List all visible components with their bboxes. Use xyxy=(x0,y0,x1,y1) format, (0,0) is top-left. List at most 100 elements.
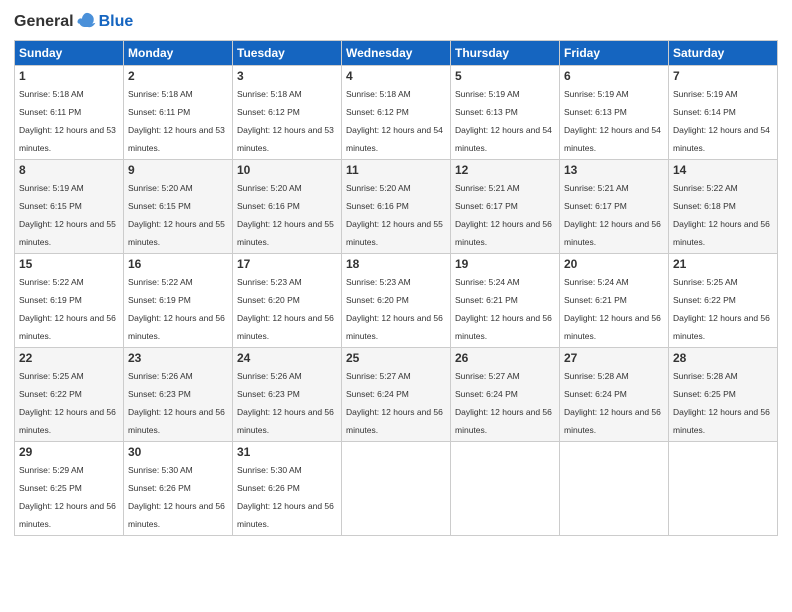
calendar-cell: 15 Sunrise: 5:22 AMSunset: 6:19 PMDaylig… xyxy=(15,254,124,348)
day-number: 29 xyxy=(19,445,119,459)
day-info: Sunrise: 5:22 AMSunset: 6:18 PMDaylight:… xyxy=(673,183,770,247)
day-info: Sunrise: 5:18 AMSunset: 6:11 PMDaylight:… xyxy=(128,89,225,153)
day-info: Sunrise: 5:19 AMSunset: 6:13 PMDaylight:… xyxy=(455,89,552,153)
calendar-week-4: 22 Sunrise: 5:25 AMSunset: 6:22 PMDaylig… xyxy=(15,348,778,442)
calendar-cell: 17 Sunrise: 5:23 AMSunset: 6:20 PMDaylig… xyxy=(233,254,342,348)
day-number: 9 xyxy=(128,163,228,177)
day-number: 12 xyxy=(455,163,555,177)
day-number: 14 xyxy=(673,163,773,177)
day-info: Sunrise: 5:26 AMSunset: 6:23 PMDaylight:… xyxy=(128,371,225,435)
calendar-cell: 14 Sunrise: 5:22 AMSunset: 6:18 PMDaylig… xyxy=(669,160,778,254)
calendar-cell: 6 Sunrise: 5:19 AMSunset: 6:13 PMDayligh… xyxy=(560,66,669,160)
day-info: Sunrise: 5:24 AMSunset: 6:21 PMDaylight:… xyxy=(455,277,552,341)
calendar-cell: 25 Sunrise: 5:27 AMSunset: 6:24 PMDaylig… xyxy=(342,348,451,442)
day-info: Sunrise: 5:23 AMSunset: 6:20 PMDaylight:… xyxy=(346,277,443,341)
day-number: 18 xyxy=(346,257,446,271)
header: General Blue xyxy=(14,12,778,32)
calendar-cell: 21 Sunrise: 5:25 AMSunset: 6:22 PMDaylig… xyxy=(669,254,778,348)
calendar-cell: 30 Sunrise: 5:30 AMSunset: 6:26 PMDaylig… xyxy=(124,442,233,536)
day-number: 26 xyxy=(455,351,555,365)
page: General Blue SundayMondayTuesdayWednesda… xyxy=(0,0,792,612)
calendar-week-5: 29 Sunrise: 5:29 AMSunset: 6:25 PMDaylig… xyxy=(15,442,778,536)
day-info: Sunrise: 5:23 AMSunset: 6:20 PMDaylight:… xyxy=(237,277,334,341)
calendar-cell: 19 Sunrise: 5:24 AMSunset: 6:21 PMDaylig… xyxy=(451,254,560,348)
day-number: 24 xyxy=(237,351,337,365)
day-info: Sunrise: 5:28 AMSunset: 6:24 PMDaylight:… xyxy=(564,371,661,435)
calendar-cell: 16 Sunrise: 5:22 AMSunset: 6:19 PMDaylig… xyxy=(124,254,233,348)
logo-bird-icon xyxy=(76,12,98,32)
col-header-friday: Friday xyxy=(560,41,669,66)
day-number: 22 xyxy=(19,351,119,365)
day-number: 8 xyxy=(19,163,119,177)
calendar-cell: 1 Sunrise: 5:18 AMSunset: 6:11 PMDayligh… xyxy=(15,66,124,160)
day-number: 15 xyxy=(19,257,119,271)
day-info: Sunrise: 5:30 AMSunset: 6:26 PMDaylight:… xyxy=(237,465,334,529)
logo: General Blue xyxy=(14,12,133,32)
calendar-cell: 11 Sunrise: 5:20 AMSunset: 6:16 PMDaylig… xyxy=(342,160,451,254)
day-number: 17 xyxy=(237,257,337,271)
day-number: 10 xyxy=(237,163,337,177)
calendar-week-3: 15 Sunrise: 5:22 AMSunset: 6:19 PMDaylig… xyxy=(15,254,778,348)
logo-area: General Blue xyxy=(14,12,133,32)
day-number: 31 xyxy=(237,445,337,459)
day-number: 20 xyxy=(564,257,664,271)
calendar-cell: 22 Sunrise: 5:25 AMSunset: 6:22 PMDaylig… xyxy=(15,348,124,442)
calendar-week-2: 8 Sunrise: 5:19 AMSunset: 6:15 PMDayligh… xyxy=(15,160,778,254)
day-number: 21 xyxy=(673,257,773,271)
day-number: 19 xyxy=(455,257,555,271)
calendar-cell: 29 Sunrise: 5:29 AMSunset: 6:25 PMDaylig… xyxy=(15,442,124,536)
calendar-cell: 5 Sunrise: 5:19 AMSunset: 6:13 PMDayligh… xyxy=(451,66,560,160)
day-info: Sunrise: 5:20 AMSunset: 6:15 PMDaylight:… xyxy=(128,183,225,247)
calendar-cell: 8 Sunrise: 5:19 AMSunset: 6:15 PMDayligh… xyxy=(15,160,124,254)
day-info: Sunrise: 5:27 AMSunset: 6:24 PMDaylight:… xyxy=(455,371,552,435)
day-info: Sunrise: 5:19 AMSunset: 6:15 PMDaylight:… xyxy=(19,183,116,247)
calendar-week-1: 1 Sunrise: 5:18 AMSunset: 6:11 PMDayligh… xyxy=(15,66,778,160)
calendar-cell: 31 Sunrise: 5:30 AMSunset: 6:26 PMDaylig… xyxy=(233,442,342,536)
calendar-cell: 24 Sunrise: 5:26 AMSunset: 6:23 PMDaylig… xyxy=(233,348,342,442)
day-number: 2 xyxy=(128,69,228,83)
col-header-thursday: Thursday xyxy=(451,41,560,66)
day-number: 13 xyxy=(564,163,664,177)
day-info: Sunrise: 5:20 AMSunset: 6:16 PMDaylight:… xyxy=(237,183,334,247)
day-info: Sunrise: 5:28 AMSunset: 6:25 PMDaylight:… xyxy=(673,371,770,435)
calendar-cell xyxy=(451,442,560,536)
calendar-cell: 18 Sunrise: 5:23 AMSunset: 6:20 PMDaylig… xyxy=(342,254,451,348)
day-info: Sunrise: 5:29 AMSunset: 6:25 PMDaylight:… xyxy=(19,465,116,529)
calendar-table: SundayMondayTuesdayWednesdayThursdayFrid… xyxy=(14,40,778,536)
calendar-header-row: SundayMondayTuesdayWednesdayThursdayFrid… xyxy=(15,41,778,66)
day-info: Sunrise: 5:24 AMSunset: 6:21 PMDaylight:… xyxy=(564,277,661,341)
calendar-cell xyxy=(669,442,778,536)
calendar-cell: 26 Sunrise: 5:27 AMSunset: 6:24 PMDaylig… xyxy=(451,348,560,442)
col-header-sunday: Sunday xyxy=(15,41,124,66)
calendar-cell: 9 Sunrise: 5:20 AMSunset: 6:15 PMDayligh… xyxy=(124,160,233,254)
col-header-saturday: Saturday xyxy=(669,41,778,66)
day-number: 1 xyxy=(19,69,119,83)
calendar-cell: 7 Sunrise: 5:19 AMSunset: 6:14 PMDayligh… xyxy=(669,66,778,160)
day-info: Sunrise: 5:21 AMSunset: 6:17 PMDaylight:… xyxy=(455,183,552,247)
col-header-tuesday: Tuesday xyxy=(233,41,342,66)
calendar-cell: 23 Sunrise: 5:26 AMSunset: 6:23 PMDaylig… xyxy=(124,348,233,442)
day-info: Sunrise: 5:26 AMSunset: 6:23 PMDaylight:… xyxy=(237,371,334,435)
col-header-monday: Monday xyxy=(124,41,233,66)
calendar-cell: 12 Sunrise: 5:21 AMSunset: 6:17 PMDaylig… xyxy=(451,160,560,254)
calendar-cell xyxy=(560,442,669,536)
calendar-cell xyxy=(342,442,451,536)
day-number: 3 xyxy=(237,69,337,83)
day-number: 25 xyxy=(346,351,446,365)
day-info: Sunrise: 5:22 AMSunset: 6:19 PMDaylight:… xyxy=(19,277,116,341)
calendar-cell: 27 Sunrise: 5:28 AMSunset: 6:24 PMDaylig… xyxy=(560,348,669,442)
day-info: Sunrise: 5:19 AMSunset: 6:14 PMDaylight:… xyxy=(673,89,770,153)
day-info: Sunrise: 5:20 AMSunset: 6:16 PMDaylight:… xyxy=(346,183,443,247)
day-info: Sunrise: 5:19 AMSunset: 6:13 PMDaylight:… xyxy=(564,89,661,153)
col-header-wednesday: Wednesday xyxy=(342,41,451,66)
calendar-cell: 20 Sunrise: 5:24 AMSunset: 6:21 PMDaylig… xyxy=(560,254,669,348)
logo-blue-text: Blue xyxy=(99,13,134,31)
day-number: 4 xyxy=(346,69,446,83)
day-info: Sunrise: 5:25 AMSunset: 6:22 PMDaylight:… xyxy=(19,371,116,435)
calendar-cell: 13 Sunrise: 5:21 AMSunset: 6:17 PMDaylig… xyxy=(560,160,669,254)
day-info: Sunrise: 5:27 AMSunset: 6:24 PMDaylight:… xyxy=(346,371,443,435)
day-info: Sunrise: 5:30 AMSunset: 6:26 PMDaylight:… xyxy=(128,465,225,529)
day-number: 11 xyxy=(346,163,446,177)
day-info: Sunrise: 5:22 AMSunset: 6:19 PMDaylight:… xyxy=(128,277,225,341)
day-number: 5 xyxy=(455,69,555,83)
